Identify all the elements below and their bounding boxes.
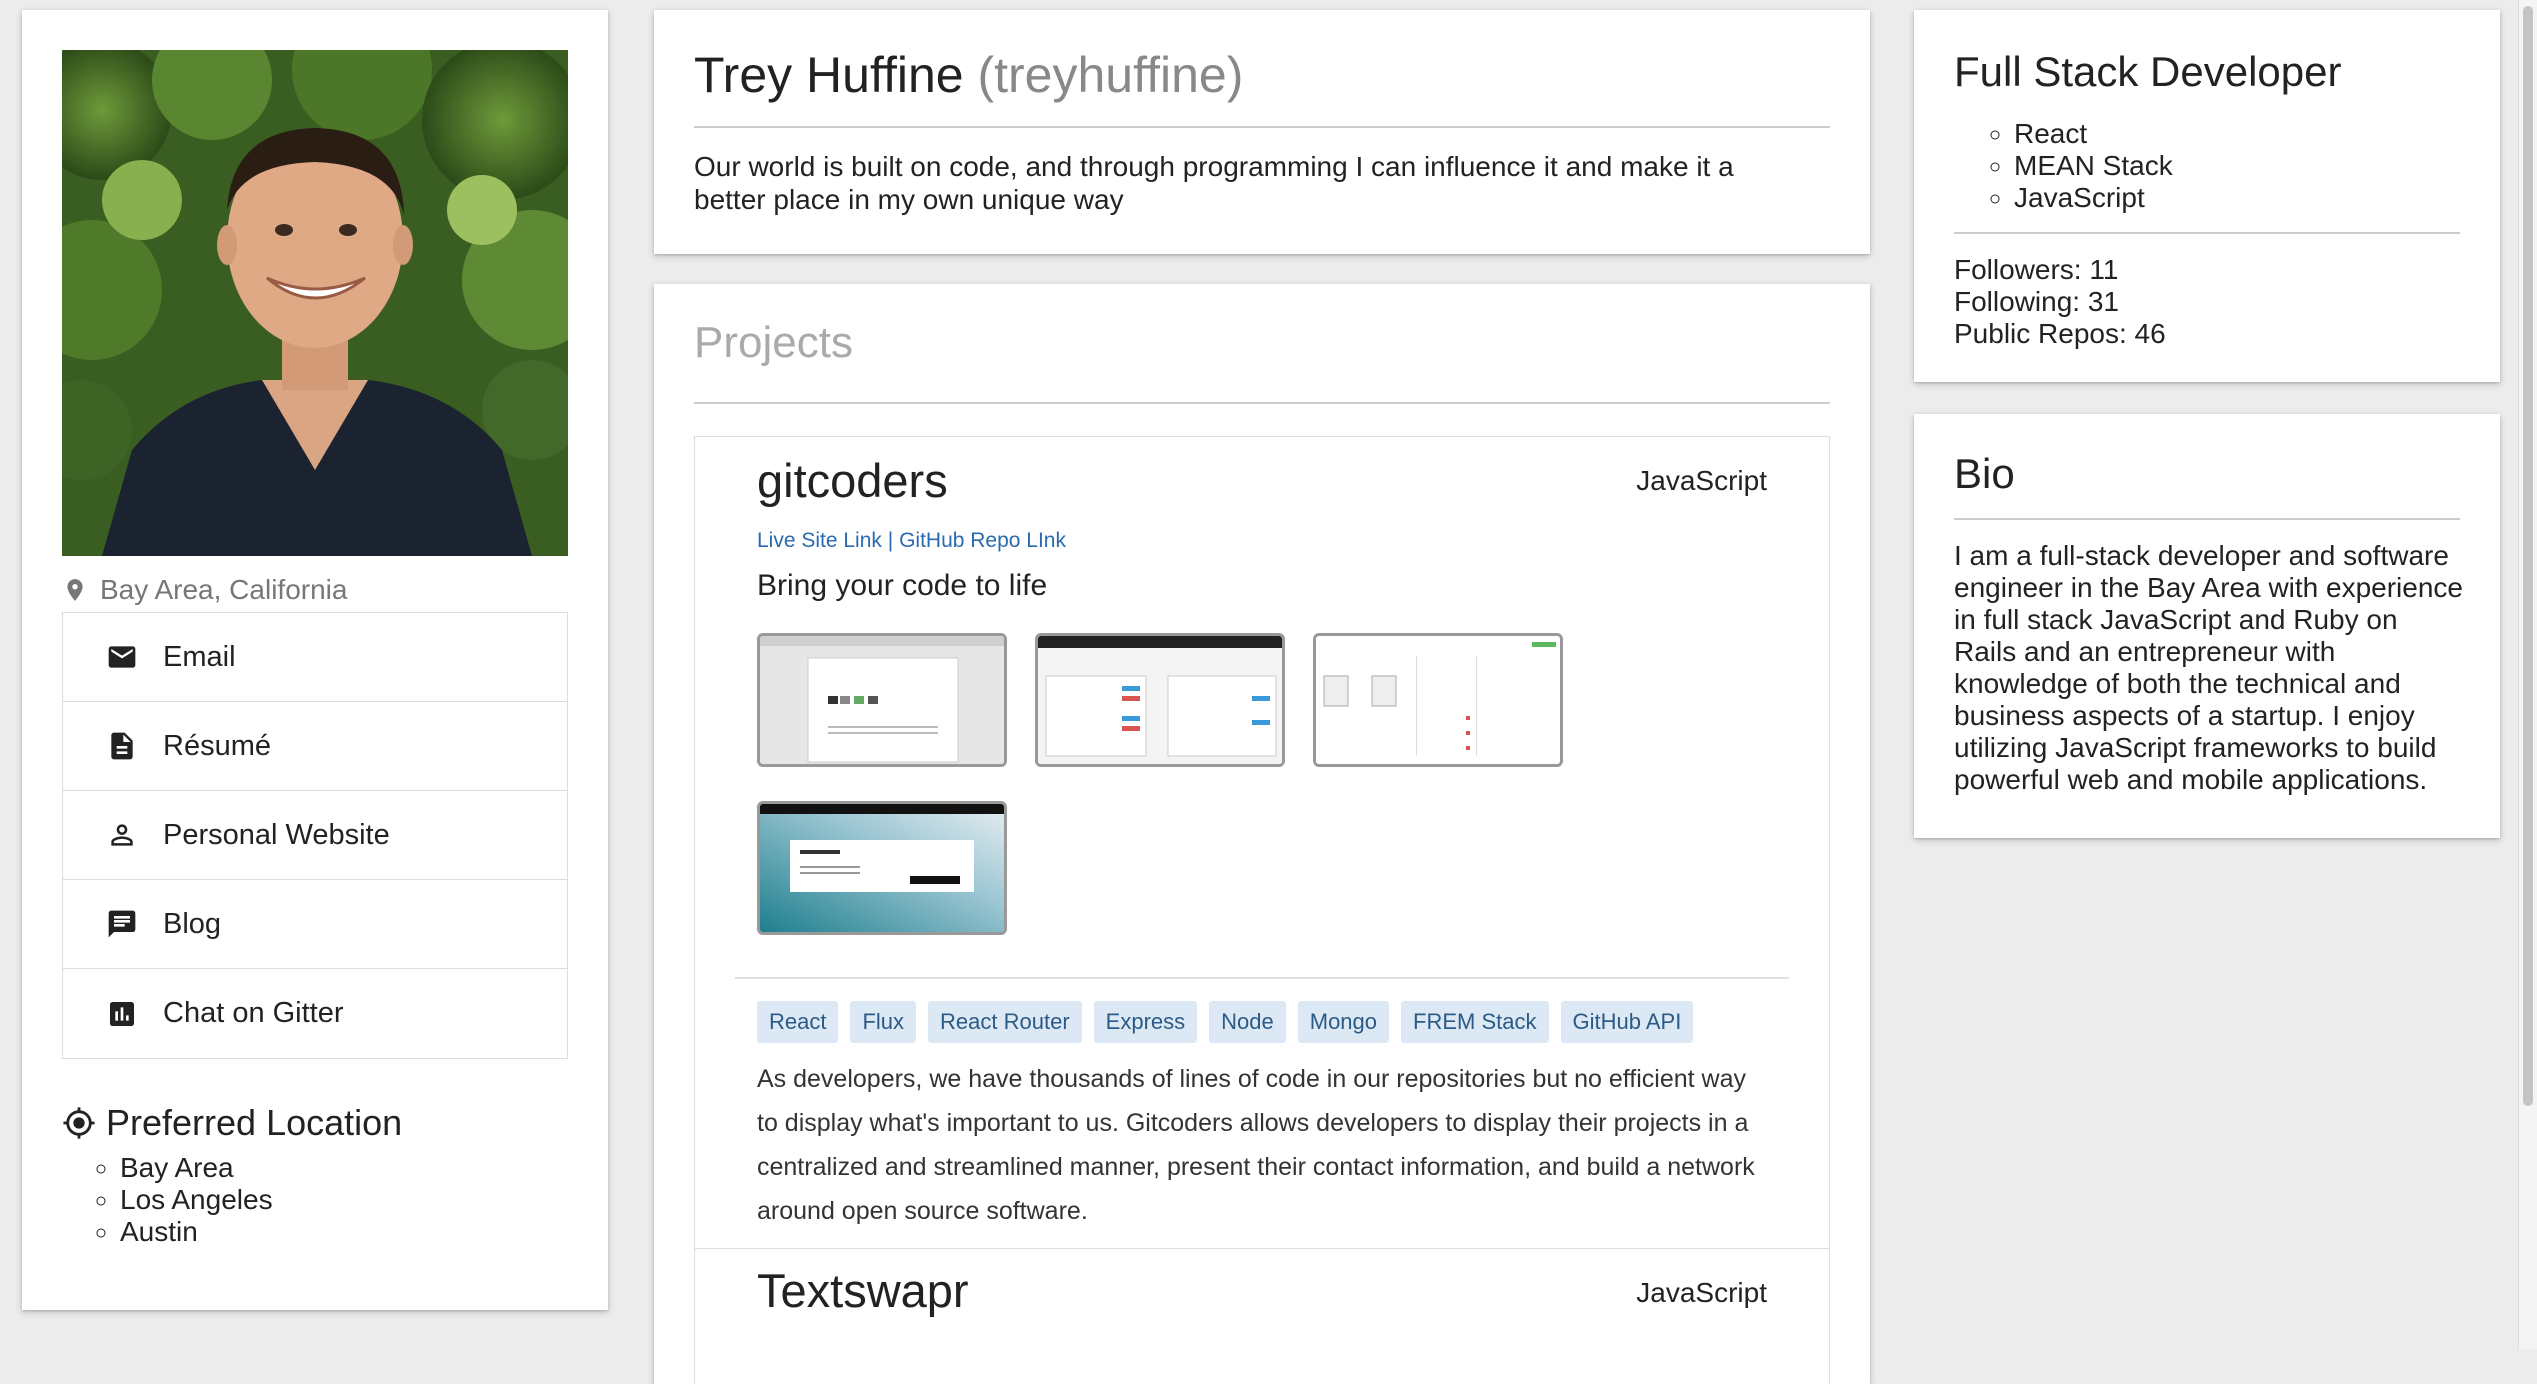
profile-name: Trey Huffine [694,47,964,103]
contact-link-list: Email Résumé Personal Website Blog Chat … [62,612,568,1059]
divider [694,126,1830,128]
bio-card: Bio I am a full-stack developer and soft… [1914,414,2500,838]
bio-text: I am a full-stack developer and software… [1954,540,2463,795]
project-item-gitcoders: gitcoders JavaScript Live Site Link | Gi… [694,436,1830,1249]
live-site-link[interactable]: Live Site Link [757,529,882,552]
scrollbar-thumb[interactable] [2523,6,2533,1106]
tag-github-api[interactable]: GitHub API [1560,1001,1694,1043]
project-item-textswapr: Textswapr JavaScript [694,1248,1830,1384]
github-repo-link[interactable]: GitHub Repo LInk [899,529,1066,552]
project-screenshot-thumbnail[interactable] [757,801,1007,935]
list-item: Austin [120,1216,273,1248]
project-language: JavaScript [1636,465,1767,496]
project-name: Textswapr [757,1264,969,1317]
following-count: Following: 31 [1954,286,2119,317]
person-icon [105,818,139,852]
gitter-chat-link[interactable]: Chat on Gitter [63,969,567,1058]
divider [1954,518,2460,520]
resume-link[interactable]: Résumé [63,702,567,791]
personal-website-link-label: Personal Website [163,818,390,851]
chat-bubble-icon [105,907,139,941]
resume-link-label: Résumé [163,729,271,762]
bio-heading: Bio [1954,450,2015,497]
tag-express[interactable]: Express [1093,1001,1198,1043]
personal-website-link[interactable]: Personal Website [63,791,567,880]
list-item: React [2014,118,2173,150]
project-screenshot-thumbnail[interactable] [1313,633,1563,767]
project-language: JavaScript [1636,1277,1767,1308]
tag-react[interactable]: React [757,1001,839,1043]
blog-link[interactable]: Blog [63,880,567,969]
preferred-location-title: Preferred Location [106,1102,403,1143]
email-link-label: Email [163,640,236,673]
link-separator: | [887,529,894,552]
profile-header-card: Trey Huffine (treyhuffine) Our world is … [654,10,1870,254]
list-item: Bay Area [120,1152,273,1184]
tag-frem-stack[interactable]: FREM Stack [1401,1001,1549,1043]
profile-tagline: Our world is built on code, and through … [694,151,1734,215]
tag-react-router[interactable]: React Router [928,1001,1082,1043]
project-description: As developers, we have thousands of line… [757,1065,1755,1225]
profile-sidebar-card: Bay Area, California Email Résumé Person… [22,10,608,1310]
bar-chart-icon [105,997,139,1031]
page-scrollbar[interactable] [2518,0,2537,1349]
location-pin-icon [67,579,83,601]
project-name: gitcoders [757,454,948,507]
profile-photo [62,50,568,556]
project-links: Live Site Link | GitHub Repo LInk [757,529,1066,553]
project-tagline: Bring your code to life [757,569,1048,602]
projects-heading: Projects [694,318,853,367]
list-item: MEAN Stack [2014,150,2173,182]
target-location-icon [63,1107,95,1139]
projects-card: Projects gitcoders JavaScript Live Site … [654,284,1870,1384]
gitter-chat-link-label: Chat on Gitter [163,997,344,1029]
github-stats: Followers: 11 Following: 31 Public Repos… [1954,254,2166,350]
divider [694,402,1830,404]
divider [1954,232,2460,234]
list-item: Los Angeles [120,1184,273,1216]
tag-mongo[interactable]: Mongo [1297,1001,1390,1043]
project-tag-list: React Flux React Router Express Node Mon… [757,1001,1694,1043]
location-text: Bay Area, California [100,574,348,605]
project-screenshot-thumbnail[interactable] [757,633,1007,767]
location: Bay Area, California [62,570,347,610]
email-icon [105,640,139,674]
project-screenshot-thumbnail[interactable] [1035,633,1285,767]
list-item: JavaScript [2014,182,2173,214]
followers-count: Followers: 11 [1954,254,2119,285]
divider [735,977,1789,979]
email-link[interactable]: Email [63,613,567,702]
profile-username: (treyhuffine) [977,47,1244,103]
public-repos-count: Public Repos: 46 [1954,318,2166,349]
tag-flux[interactable]: Flux [850,1001,917,1043]
tag-node[interactable]: Node [1209,1001,1286,1043]
preferred-location-heading: Preferred Location [62,1102,402,1144]
role-card: Full Stack Developer React MEAN Stack Ja… [1914,10,2500,382]
blog-link-label: Blog [163,907,222,940]
profile-name-heading: Trey Huffine (treyhuffine) [694,46,1243,104]
document-icon [105,729,139,763]
skills-list: React MEAN Stack JavaScript [1954,118,2173,214]
preferred-location-list: Bay Area Los Angeles Austin [62,1152,273,1248]
role-title: Full Stack Developer [1954,48,2342,95]
